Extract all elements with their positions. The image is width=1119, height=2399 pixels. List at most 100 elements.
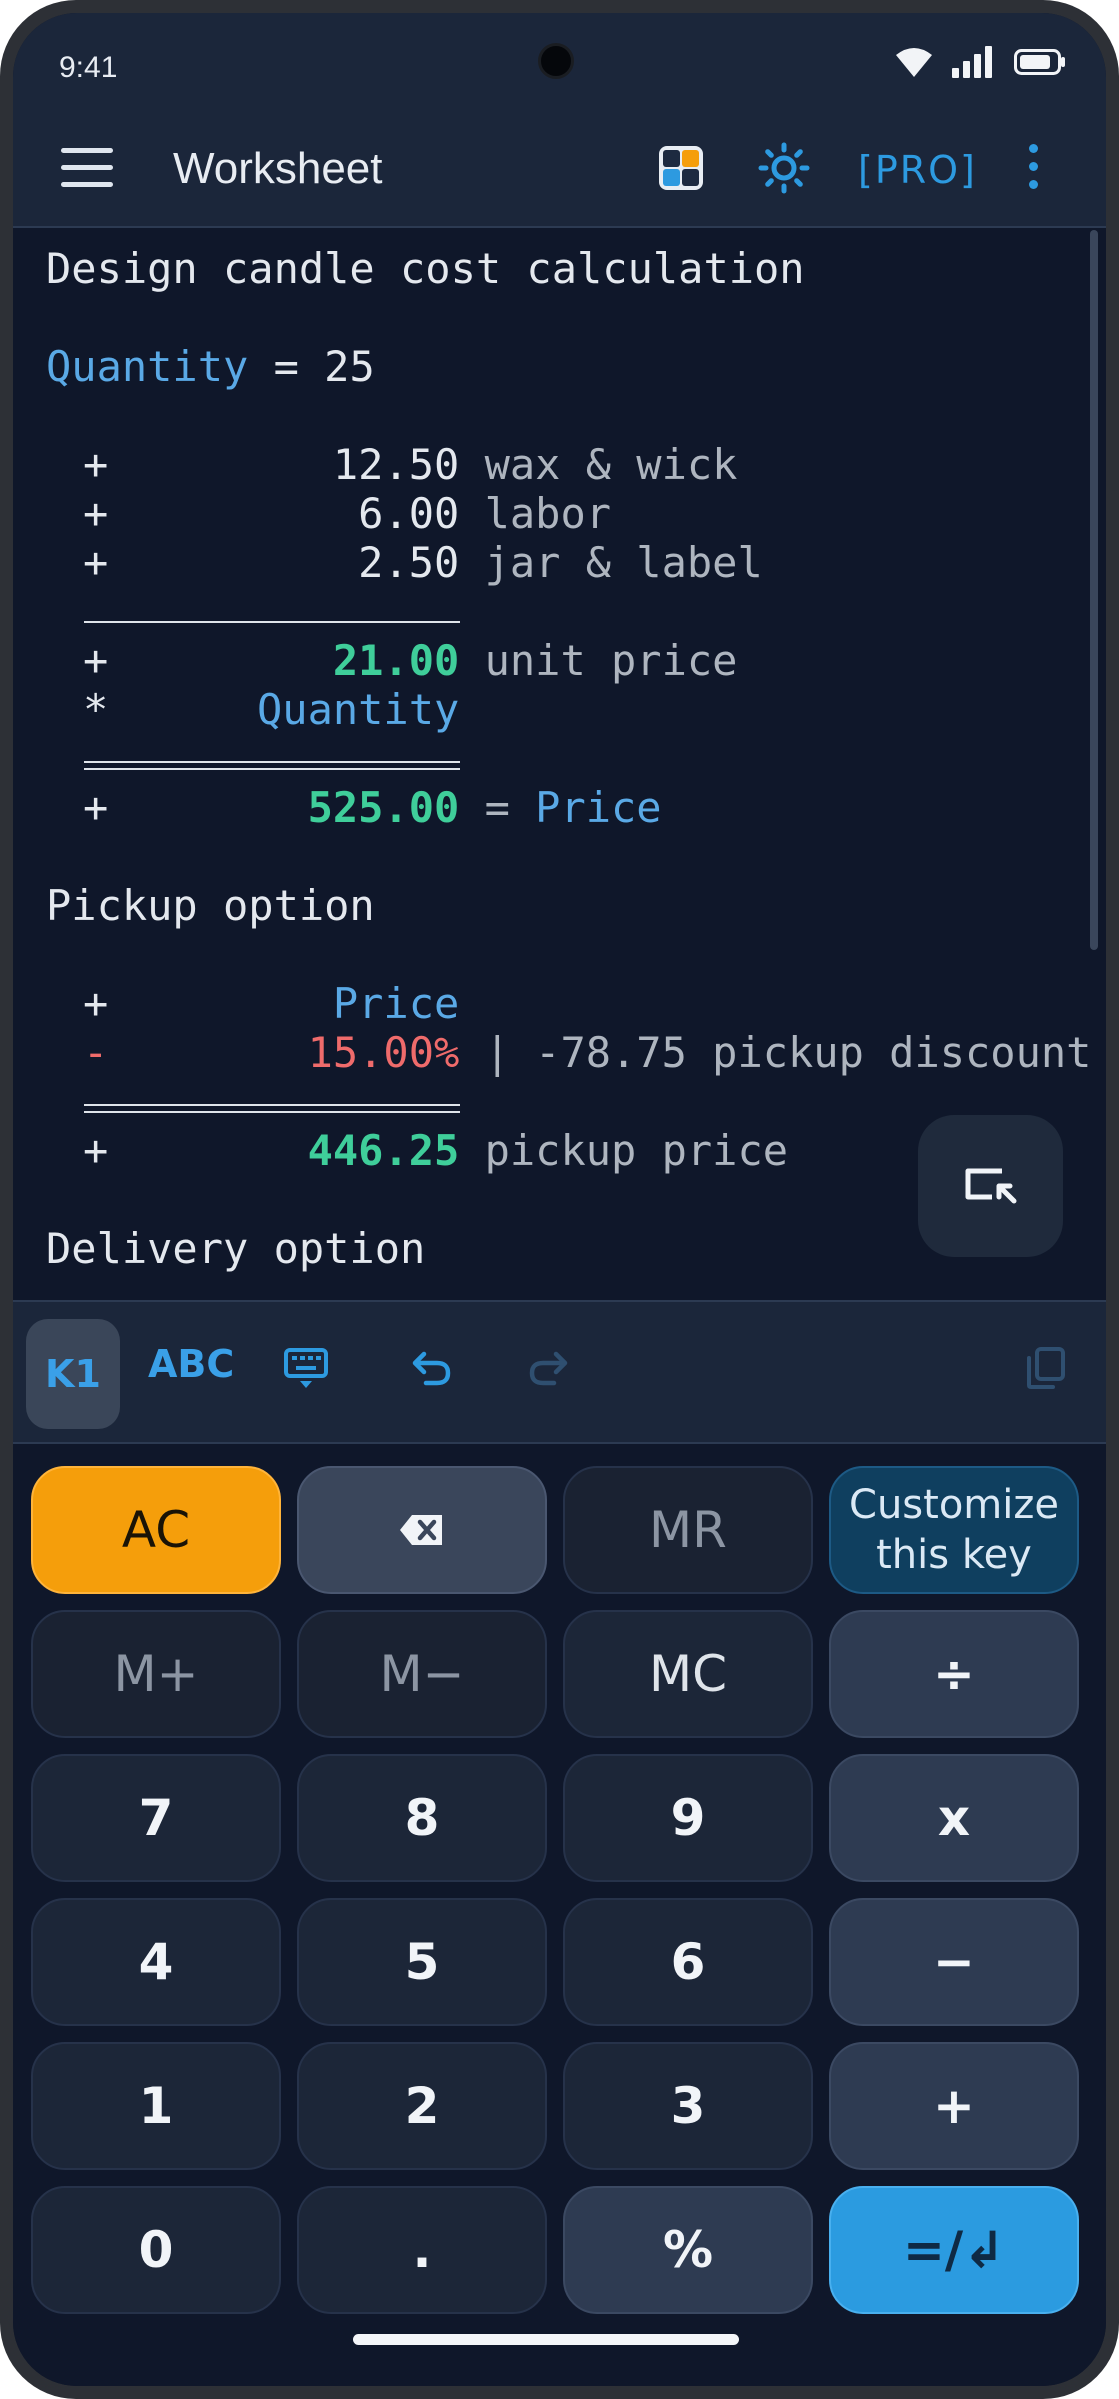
customize-line-1: Customize xyxy=(849,1482,1059,1528)
variable-reference: Price xyxy=(332,979,460,1028)
digit-4-key[interactable]: 4 xyxy=(31,1898,281,2026)
memory-add-key[interactable]: M+ xyxy=(31,1610,281,1738)
digit-5-key[interactable]: 5 xyxy=(297,1898,547,2026)
subtract-key[interactable]: − xyxy=(829,1898,1079,2026)
hamburger-menu-icon[interactable] xyxy=(61,148,113,188)
line-label: labor xyxy=(484,489,612,538)
line-operator: + xyxy=(83,1126,109,1175)
price-reference-line: + Price xyxy=(83,979,459,1028)
digit-3-key[interactable]: 3 xyxy=(563,2042,813,2170)
digit-2-key[interactable]: 2 xyxy=(297,2042,547,2170)
customize-key-label: Customize this key xyxy=(849,1480,1059,1580)
line-operator: + xyxy=(83,979,109,1028)
unit-price-line: +21.00 unit price xyxy=(83,636,737,685)
worksheet-editor[interactable]: Design candle cost calculation Quantity … xyxy=(13,230,1106,1300)
line-amount: 525.00 xyxy=(307,783,460,832)
variable-name: Price xyxy=(535,783,662,832)
quantity-line: Quantity = 25 xyxy=(46,342,375,391)
line-amount: 21.00 xyxy=(332,636,460,685)
cost-line: +6.00 labor xyxy=(83,489,611,538)
line-operator: + xyxy=(83,489,109,538)
customize-key[interactable]: Customize this key xyxy=(829,1466,1079,1594)
decimal-point-key[interactable]: . xyxy=(297,2186,547,2314)
insert-result-button[interactable] xyxy=(918,1115,1063,1257)
customize-line-2: this key xyxy=(876,1532,1032,1578)
keyboard-abc-tab[interactable]: ABC xyxy=(148,1342,234,1386)
status-bar: 9:41 xyxy=(13,13,1106,108)
power-button xyxy=(1111,720,1119,1020)
all-clear-key[interactable]: AC xyxy=(31,1466,281,1594)
line-label: wax & wick xyxy=(484,440,738,489)
copy-icon[interactable] xyxy=(1025,1346,1067,1390)
pro-button[interactable]: [PRO] xyxy=(858,148,977,192)
memory-recall-key[interactable]: MR xyxy=(563,1466,813,1594)
memory-clear-key[interactable]: MC xyxy=(563,1610,813,1738)
equals-enter-key[interactable]: =/↲ xyxy=(829,2186,1079,2314)
digit-9-key[interactable]: 9 xyxy=(563,1754,813,1882)
total-rule xyxy=(84,761,460,770)
backspace-icon xyxy=(400,1515,442,1545)
signal-icon xyxy=(952,46,992,78)
status-time: 9:41 xyxy=(59,51,118,84)
line-label: jar & label xyxy=(484,538,763,587)
insert-result-icon xyxy=(965,1168,1016,1204)
line-operator: + xyxy=(83,440,109,489)
worksheet-scrollbar[interactable] xyxy=(1090,230,1098,950)
redo-icon[interactable] xyxy=(526,1346,570,1390)
status-icons xyxy=(894,45,1066,79)
calculator-keypad: AC MR Customize this key M+ M− MC ÷ 7 8 9… xyxy=(13,1446,1106,2386)
line-amount: 446.25 xyxy=(307,1126,460,1175)
front-camera xyxy=(538,43,574,79)
keyboard-icon[interactable] xyxy=(283,1346,329,1392)
keyboard-k1-tab[interactable]: K1 xyxy=(26,1319,120,1429)
memory-subtract-key[interactable]: M− xyxy=(297,1610,547,1738)
digit-0-key[interactable]: 0 xyxy=(31,2186,281,2314)
more-options-icon[interactable] xyxy=(1029,144,1043,198)
app-bar: Worksheet [PRO] xyxy=(13,108,1106,228)
line-operator: - xyxy=(83,1028,109,1077)
discount-percent: 15.00% xyxy=(307,1028,460,1077)
line-operator: * xyxy=(83,685,109,734)
section-heading: Pickup option xyxy=(46,881,375,930)
equals-sign: = xyxy=(459,783,536,832)
page-title: Worksheet xyxy=(173,144,383,193)
price-line: +525.00 = Price xyxy=(83,783,662,832)
multiply-key[interactable]: x xyxy=(829,1754,1079,1882)
line-operator: + xyxy=(83,783,109,832)
subtotal-rule xyxy=(84,621,460,623)
variable-reference: Quantity xyxy=(257,685,460,734)
line-amount: 2.50 xyxy=(358,538,460,587)
wifi-icon xyxy=(896,48,932,77)
line-operator: + xyxy=(83,538,109,587)
screen: 9:41 Worksheet [PRO] Design candle cost … xyxy=(13,13,1106,2386)
digit-8-key[interactable]: 8 xyxy=(297,1754,547,1882)
multiply-line: * Quantity xyxy=(83,685,459,734)
total-rule xyxy=(84,1104,460,1113)
discount-line: - 15.00% | -78.75 pickup discount xyxy=(83,1028,1091,1077)
line-operator: + xyxy=(83,636,109,685)
pickup-total-line: +446.25 pickup price xyxy=(83,1126,788,1175)
backspace-key[interactable] xyxy=(297,1466,547,1594)
discount-detail: | -78.75 pickup discount xyxy=(459,1028,1092,1077)
line-amount: 12.50 xyxy=(332,440,460,489)
home-indicator[interactable] xyxy=(353,2334,739,2345)
digit-6-key[interactable]: 6 xyxy=(563,1898,813,2026)
volume-button xyxy=(1111,490,1119,660)
digit-1-key[interactable]: 1 xyxy=(31,2042,281,2170)
divide-key[interactable]: ÷ xyxy=(829,1610,1079,1738)
line-label: unit price xyxy=(484,636,738,685)
line-label: pickup price xyxy=(484,1126,789,1175)
variable-name: Quantity xyxy=(46,342,249,391)
cost-line: +2.50 jar & label xyxy=(83,538,763,587)
palette-theme-icon[interactable] xyxy=(658,145,704,191)
digit-7-key[interactable]: 7 xyxy=(31,1754,281,1882)
worksheet-title: Design candle cost calculation xyxy=(46,244,805,293)
brightness-icon[interactable] xyxy=(758,142,810,194)
percent-key[interactable]: % xyxy=(563,2186,813,2314)
phone-frame: 9:41 Worksheet [PRO] Design candle cost … xyxy=(0,0,1119,2399)
line-amount: 6.00 xyxy=(358,489,460,538)
add-key[interactable]: + xyxy=(829,2042,1079,2170)
keyboard-toolbar: K1 ABC xyxy=(13,1300,1106,1444)
cost-line: +12.50 wax & wick xyxy=(83,440,737,489)
undo-icon[interactable] xyxy=(410,1346,454,1390)
